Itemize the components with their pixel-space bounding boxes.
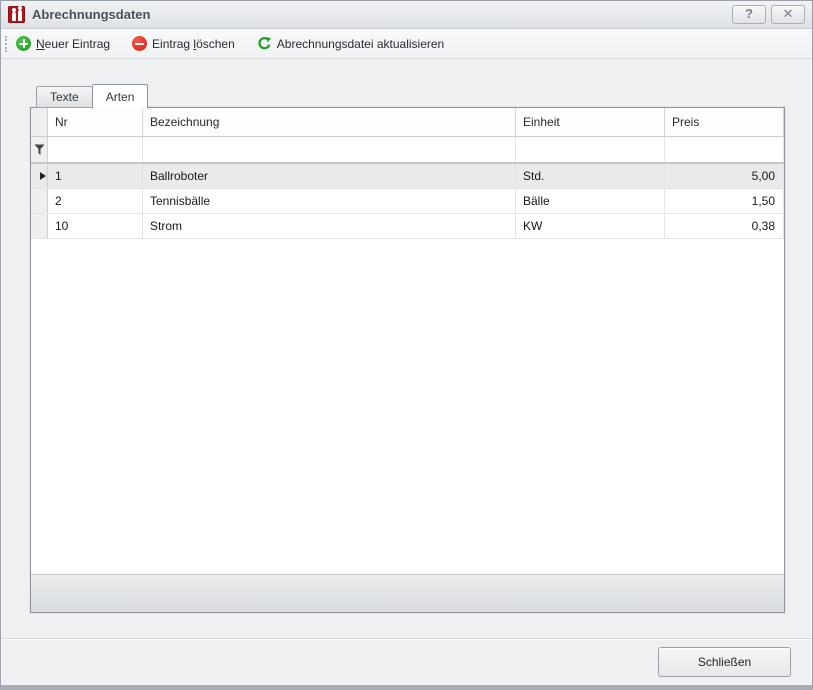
row-indicator-cell <box>31 214 48 238</box>
tab-texte[interactable]: Texte <box>36 86 92 108</box>
toolbar-grip-handle[interactable] <box>5 36 7 52</box>
filter-cell-einheit[interactable] <box>516 137 665 162</box>
cell-bezeichnung[interactable]: Ballroboter <box>143 164 516 188</box>
filter-cell-preis[interactable] <box>665 137 784 162</box>
filter-cell-nr[interactable] <box>48 137 143 162</box>
cell-einheit[interactable]: Bälle <box>516 189 665 213</box>
row-arrow-icon <box>40 172 46 180</box>
update-billing-file-button[interactable]: Abrechnungsdatei aktualisieren <box>254 34 447 53</box>
cell-bezeichnung[interactable]: Tennisbälle <box>143 189 516 213</box>
header-indicator-cell <box>31 108 48 136</box>
arten-grid: Nr Bezeichnung Einheit Preis 1 Ballrobot… <box>30 107 785 613</box>
cell-nr[interactable]: 10 <box>48 214 143 238</box>
dialog-footer: Schließen <box>1 638 812 685</box>
window-title: Abrechnungsdaten <box>32 7 727 22</box>
row-focus-indicator <box>31 164 48 188</box>
grid-empty-area <box>31 239 784 574</box>
remove-circle-icon <box>132 36 147 51</box>
filter-indicator-cell <box>31 137 48 162</box>
column-header-nr[interactable]: Nr <box>48 108 143 136</box>
column-header-einheit[interactable]: Einheit <box>516 108 665 136</box>
filter-cell-bezeichnung[interactable] <box>143 137 516 162</box>
tab-arten[interactable]: Arten <box>92 84 149 109</box>
app-icon-figure <box>18 10 22 21</box>
delete-entry-label: Eintrag löschen <box>152 37 235 51</box>
update-billing-file-label: Abrechnungsdatei aktualisieren <box>277 37 444 51</box>
app-icon <box>8 6 25 23</box>
table-row[interactable]: 2 Tennisbälle Bälle 1,50 <box>31 189 784 214</box>
close-button[interactable]: Schließen <box>658 647 791 677</box>
grid-header-row: Nr Bezeichnung Einheit Preis <box>31 108 784 137</box>
refresh-icon <box>257 36 272 51</box>
tab-strip: Texte Arten <box>36 83 148 108</box>
new-entry-label: Neuer Eintrag <box>36 37 110 51</box>
help-button[interactable]: ? <box>732 5 766 24</box>
column-header-bezeichnung[interactable]: Bezeichnung <box>143 108 516 136</box>
cell-nr[interactable]: 1 <box>48 164 143 188</box>
cell-preis[interactable]: 0,38 <box>665 214 784 238</box>
add-circle-icon <box>16 36 31 51</box>
filter-funnel-icon <box>34 144 45 156</box>
toolbar: Neuer Eintrag Eintrag löschen Abrechnung… <box>1 29 812 59</box>
dialog-abrechnungsdaten: Abrechnungsdaten ? ✕ Neuer Eintrag Eintr… <box>0 0 813 690</box>
column-header-preis[interactable]: Preis <box>665 108 784 136</box>
row-indicator-cell <box>31 189 48 213</box>
cell-preis[interactable]: 1,50 <box>665 189 784 213</box>
cell-preis[interactable]: 5,00 <box>665 164 784 188</box>
close-window-button[interactable]: ✕ <box>771 5 805 24</box>
cell-nr[interactable]: 2 <box>48 189 143 213</box>
grid-filter-row <box>31 137 784 164</box>
title-bar[interactable]: Abrechnungsdaten ? ✕ <box>1 1 812 29</box>
delete-entry-button[interactable]: Eintrag löschen <box>129 34 238 53</box>
cell-einheit[interactable]: KW <box>516 214 665 238</box>
cell-bezeichnung[interactable]: Strom <box>143 214 516 238</box>
app-icon-figure <box>12 12 16 21</box>
table-row[interactable]: 1 Ballroboter Std. 5,00 <box>31 164 784 189</box>
table-row[interactable]: 10 Strom KW 0,38 <box>31 214 784 239</box>
cell-einheit[interactable]: Std. <box>516 164 665 188</box>
grid-footer-bar <box>31 574 784 612</box>
new-entry-button[interactable]: Neuer Eintrag <box>13 34 113 53</box>
